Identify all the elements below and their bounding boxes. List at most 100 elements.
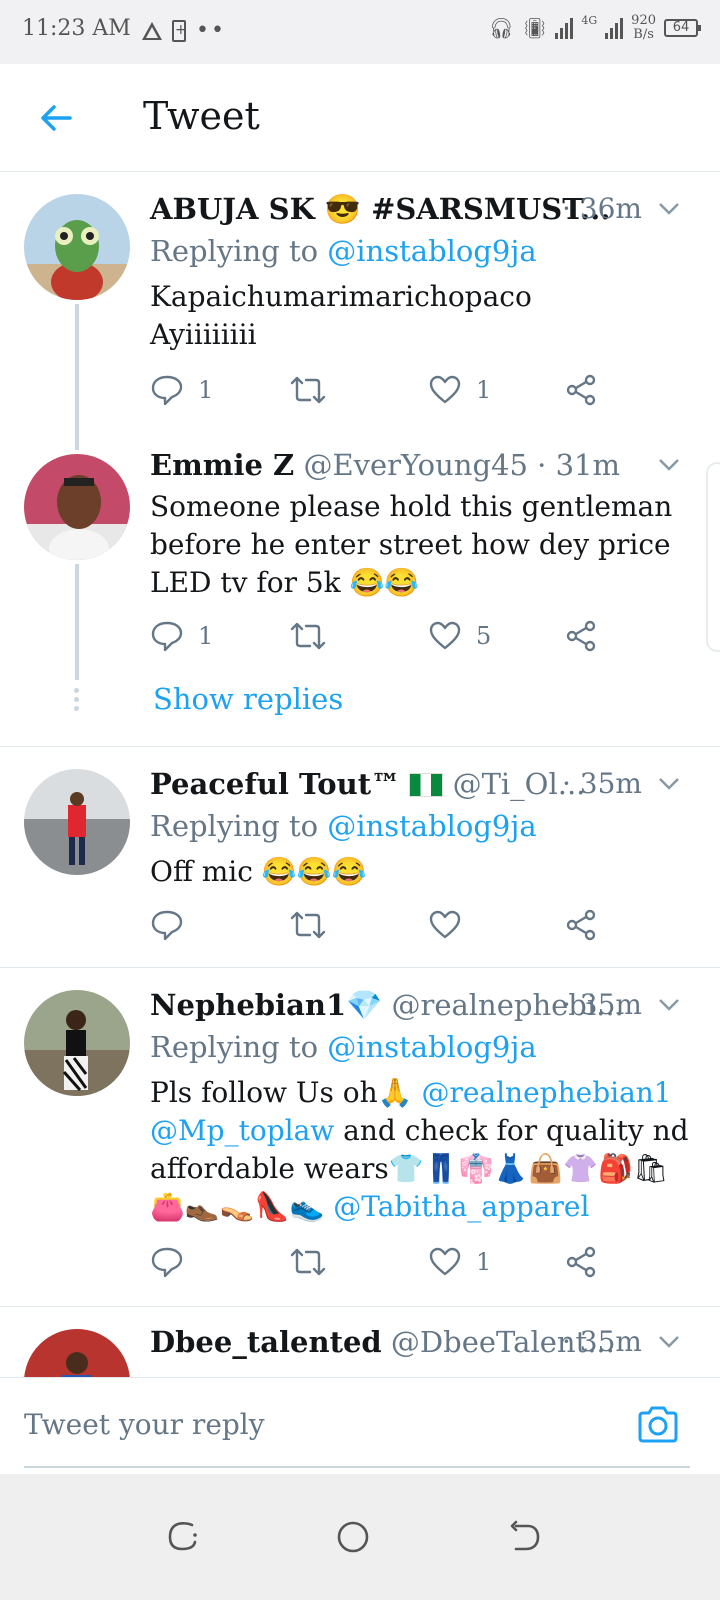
reply-button[interactable] (150, 1244, 198, 1280)
tweet-item[interactable]: ABUJA SK 😎 #SARSMUST... · 36m Replying t… (0, 172, 720, 450)
retweet-button[interactable] (288, 1244, 328, 1280)
status-bar: 11:23 AM •• 🎧︎ 📳︎ 4G 920 B/s 64 (0, 0, 720, 64)
headphones-icon: 🎧︎ (488, 16, 514, 40)
reply-icon (151, 1247, 183, 1278)
like-button[interactable] (428, 907, 476, 943)
retweet-button[interactable] (288, 372, 328, 408)
tweet-time: · 36m (562, 192, 642, 225)
tweet-item[interactable]: Nephebian1💎 @realnephebi... · 35m Replyi… (0, 968, 720, 1304)
tweet-actions: 1 (150, 1244, 620, 1284)
share-icon (566, 909, 596, 941)
like-button[interactable]: 5 (428, 618, 491, 654)
network-type: 4G (581, 14, 598, 27)
tweet-time: · 35m (562, 767, 642, 800)
thread-line (75, 304, 79, 450)
retweet-icon (290, 1248, 326, 1276)
avatar[interactable] (24, 769, 130, 875)
replying-to-handle[interactable]: @instablog9ja (327, 809, 536, 843)
back-arrow-icon[interactable] (36, 98, 76, 138)
recent-apps-icon[interactable] (164, 1518, 202, 1556)
mention-link[interactable]: @realnephebian1 (421, 1076, 671, 1109)
avatar[interactable] (24, 990, 130, 1096)
like-icon (429, 910, 461, 939)
home-icon[interactable] (334, 1518, 372, 1556)
tweet-actions: 1 5 (150, 618, 620, 658)
replying-to: Replying to @instablog9ja (150, 1030, 537, 1064)
network-speed: 920 B/s (631, 13, 656, 42)
tweet-time: · 35m (562, 988, 642, 1021)
like-icon (429, 1247, 461, 1276)
replying-to-handle[interactable]: @instablog9ja (327, 234, 536, 268)
more-notifications-icon: •• (196, 18, 226, 43)
replying-to: Replying to @instablog9ja (150, 234, 537, 268)
chevron-down-icon[interactable] (658, 202, 680, 216)
status-time: 11:23 AM (22, 16, 131, 41)
share-button[interactable] (564, 372, 598, 408)
reply-button[interactable] (150, 907, 198, 943)
display-name: Peaceful Tout™ (150, 767, 401, 801)
retweet-icon (290, 911, 326, 939)
mention-link[interactable]: @Tabitha_apparel (333, 1190, 589, 1223)
display-name: Emmie Z (150, 448, 295, 482)
show-replies-link[interactable]: Show replies (153, 682, 343, 716)
chevron-down-icon[interactable] (658, 458, 680, 472)
replying-to: Replying to @instablog9ja (150, 809, 537, 843)
signal-icon (555, 17, 574, 39)
nigeria-flag-icon (409, 773, 444, 797)
scroll-edge-handle[interactable] (706, 462, 720, 652)
tweet-actions (150, 907, 620, 947)
tweet-text: Someone please hold this gentleman befor… (150, 490, 673, 599)
thread-line (75, 564, 79, 680)
tweet-text: Off mic 😂😂😂 (150, 855, 367, 888)
back-nav-icon[interactable] (506, 1518, 544, 1556)
user-handle: @EverYoung45 (303, 448, 528, 482)
signal-icon-2 (605, 17, 624, 39)
reply-icon (151, 910, 183, 941)
tweet-item[interactable]: Dbee_talented @DbeeTalent... · 35m (0, 1307, 720, 1377)
reply-composer: Tweet your reply (0, 1377, 720, 1473)
chevron-down-icon[interactable] (658, 1335, 680, 1349)
avatar[interactable] (24, 194, 130, 300)
share-icon (566, 620, 596, 652)
reply-input[interactable]: Tweet your reply (24, 1408, 265, 1441)
share-button[interactable] (564, 907, 598, 943)
avatar[interactable] (24, 454, 130, 560)
share-icon (566, 1246, 596, 1278)
tweet-time: · 31m (537, 448, 620, 482)
retweet-button[interactable] (288, 907, 328, 943)
retweet-icon (290, 376, 326, 404)
reply-feed[interactable]: ABUJA SK 😎 #SARSMUST... · 36m Replying t… (0, 172, 720, 1377)
share-button[interactable] (564, 618, 598, 654)
display-name: Nephebian1💎 (150, 988, 383, 1022)
retweet-icon (290, 622, 326, 650)
share-button[interactable] (564, 1244, 598, 1280)
battery-saver-icon (172, 19, 187, 42)
avatar[interactable] (24, 1329, 130, 1377)
system-nav-bar (0, 1474, 720, 1600)
tweet-item[interactable]: Emmie Z @EverYoung45 · 31m Someone pleas… (0, 444, 720, 744)
tweet-actions: 1 1 (150, 372, 620, 412)
warning-icon (142, 21, 162, 40)
vibrate-icon: 📳︎ (521, 16, 548, 40)
app-header: Tweet (0, 64, 720, 172)
thread-dots (74, 688, 80, 715)
camera-icon[interactable] (636, 1404, 680, 1444)
battery-icon: 64 (664, 19, 701, 37)
reply-button[interactable]: 1 (150, 372, 213, 408)
mention-link[interactable]: @Mp_toplaw (150, 1114, 334, 1147)
tweet-text: Pls follow Us oh🙏 @realnephebian1 @Mp_to… (150, 1076, 689, 1223)
page-title: Tweet (143, 94, 260, 138)
like-icon (429, 375, 461, 404)
replying-to-handle[interactable]: @instablog9ja (327, 1030, 536, 1064)
retweet-button[interactable] (288, 618, 328, 654)
reply-button[interactable]: 1 (150, 618, 213, 654)
chevron-down-icon[interactable] (658, 998, 680, 1012)
tweet-text: Kapaichumarimarichopaco Ayiiiiiiii (150, 280, 532, 351)
display-name: ABUJA SK 😎 #SARSMUST... (150, 192, 611, 226)
tweet-item[interactable]: Peaceful Tout™ @Ti_Ol... · 35m Replying … (0, 747, 720, 967)
reply-input-underline (24, 1466, 690, 1468)
like-button[interactable]: 1 (428, 372, 491, 408)
chevron-down-icon[interactable] (658, 777, 680, 791)
like-button[interactable]: 1 (428, 1244, 491, 1280)
tweet-time: · 35m (562, 1325, 642, 1358)
